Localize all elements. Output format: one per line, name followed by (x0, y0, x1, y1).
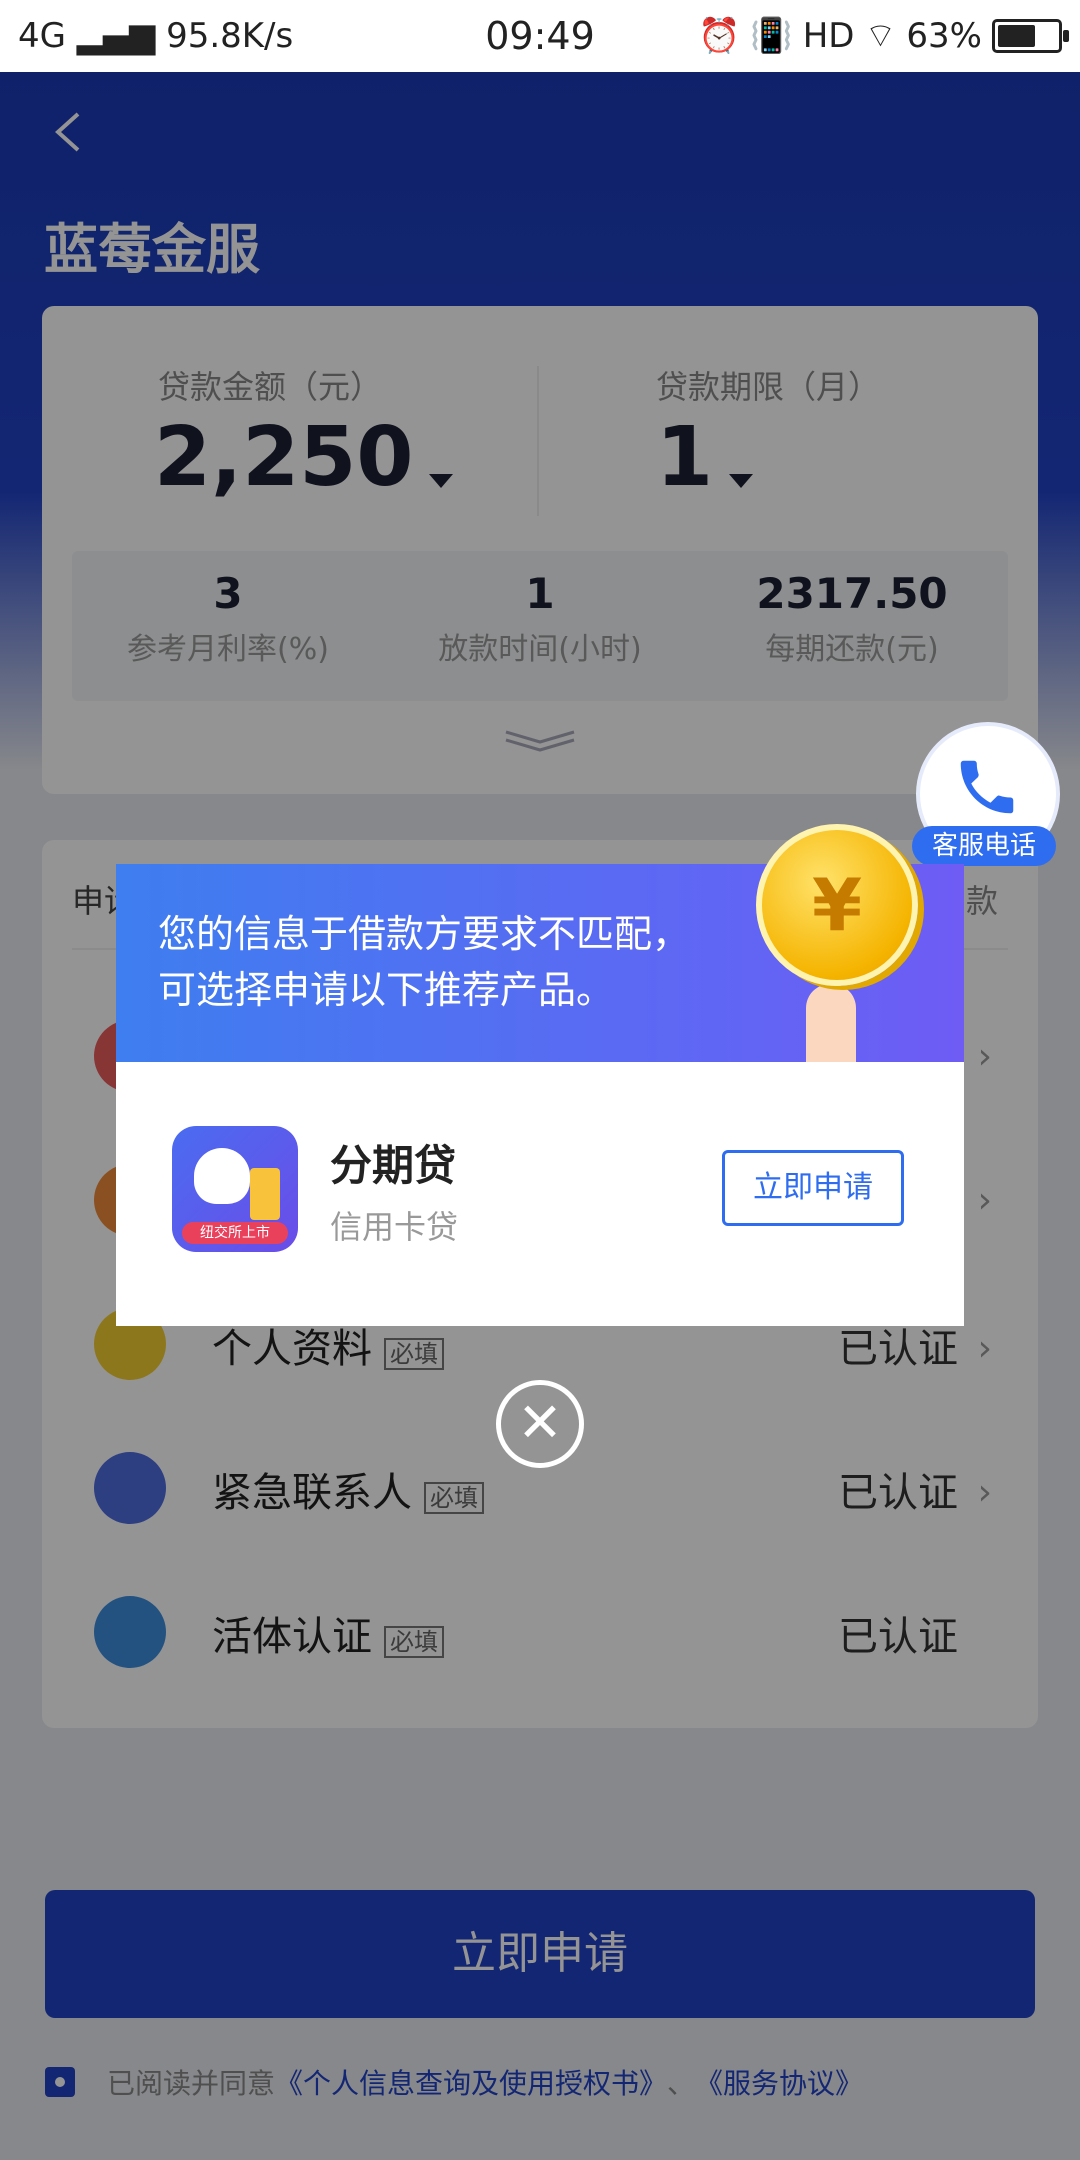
status-bar: 4G ▂▄▆ 95.8K/s 09:49 ⏰ 📳 HD ⌔ 63% (0, 0, 1080, 72)
close-icon[interactable]: ✕ (496, 1380, 584, 1468)
status-right: ⏰ 📳 HD ⌔ 63% (698, 14, 1069, 57)
mascot-icon (194, 1148, 250, 1204)
product-subtitle: 信用卡贷 (330, 1208, 459, 1246)
card-icon (250, 1168, 280, 1220)
vibrate-icon: 📳 (750, 15, 793, 56)
hd-label: HD (802, 15, 855, 56)
product-name: 分期贷 (330, 1141, 457, 1190)
battery-icon (992, 18, 1069, 53)
wifi-icon: ⌔ (864, 16, 897, 56)
product-app-icon: 纽交所上市 (172, 1126, 298, 1252)
modal-message: 您的信息于借款方要求不匹配， 可选择申请以下推荐产品。 (158, 906, 690, 1018)
modal-message-line1: 您的信息于借款方要求不匹配， (158, 912, 691, 956)
finger-illustration (806, 984, 856, 1062)
alarm-icon: ⏰ (698, 15, 741, 56)
recommend-modal: 您的信息于借款方要求不匹配， 可选择申请以下推荐产品。 ¥ 纽交所上市 分期贷 … (116, 824, 964, 1326)
yuan-coin-icon: ¥ (756, 824, 918, 986)
modal-message-line2: 可选择申请以下推荐产品。 (158, 968, 615, 1012)
customer-service-label[interactable]: 客服电话 (912, 826, 1056, 866)
product-apply-button[interactable]: 立即申请 (722, 1150, 904, 1226)
listed-badge: 纽交所上市 (182, 1222, 288, 1244)
phone-icon (960, 760, 1014, 814)
battery-percent: 63% (906, 15, 982, 56)
